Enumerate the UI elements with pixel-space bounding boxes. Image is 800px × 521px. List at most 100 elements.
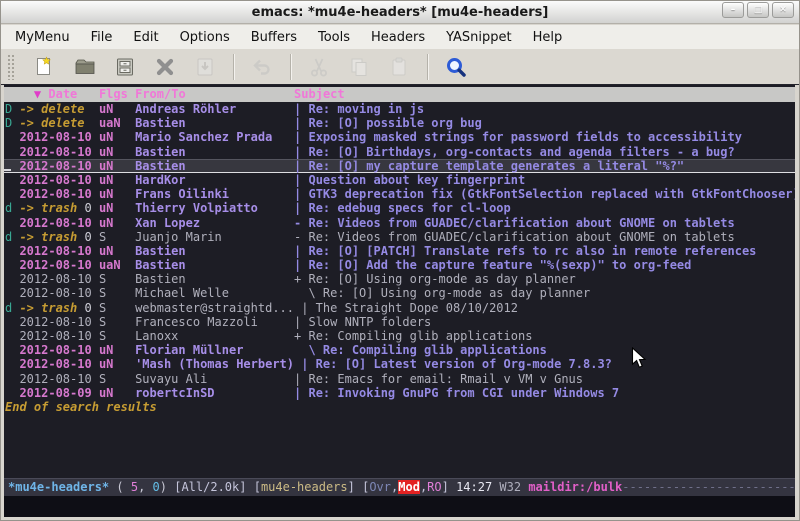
mark-count: 0	[77, 301, 91, 315]
menu-buffers[interactable]: Buffers	[251, 30, 297, 45]
from-cell: Mario Sanchez Prada	[135, 130, 294, 144]
flags-cell: uN	[99, 244, 135, 258]
flags-cell: uN	[99, 102, 135, 116]
message-row[interactable]: 2012-08-10 uaN Bastien | Re: [O] Add the…	[4, 258, 795, 272]
maximize-button[interactable]: □	[747, 2, 769, 18]
column-header-line[interactable]: ▼ Date Flgs From/To Subject	[4, 87, 795, 102]
mark-flag	[5, 130, 19, 144]
menu-headers[interactable]: Headers	[371, 30, 425, 45]
undo-icon	[250, 55, 274, 79]
subject-cell: \ Re: [O] Using org-mode as day planner	[294, 286, 590, 300]
from-cell: Suvayu Ali	[135, 372, 294, 386]
toolbar-save-as-button	[185, 51, 225, 83]
toolbar-close-buffer-button[interactable]	[145, 51, 185, 83]
message-row[interactable]: d -> trash 0 uN Thierry Volpiatto | Re: …	[4, 201, 795, 215]
message-row[interactable]: 2012-08-10 S Lanoxx + Re: Compiling glib…	[4, 329, 795, 343]
subject-cell: | Re: [O] Birthdays, org-contacts and ag…	[294, 145, 735, 159]
message-row[interactable]: 2012-08-10 S Francesco Mazzoli | Slow NN…	[4, 315, 795, 329]
from-cell: Lanoxx	[135, 329, 294, 343]
flags-cell: S	[99, 329, 135, 343]
message-row[interactable]: 2012-08-10 uN Florian Müllner \ Re: Comp…	[4, 343, 795, 357]
from-cell: Michael Welle	[135, 286, 294, 300]
from-cell: 'Mash (Thomas Herbert)	[135, 357, 301, 371]
mark-flag	[5, 357, 19, 371]
mark-flag: d	[5, 230, 19, 244]
modeline-segment: *mu4e-headers*	[8, 480, 109, 494]
menu-mymenu[interactable]: MyMenu	[15, 30, 70, 45]
menu-help[interactable]: Help	[533, 30, 563, 45]
flags-cell: uN	[99, 343, 135, 357]
modeline-segment: [All/2.0k]	[174, 480, 253, 494]
subject-cell: - Re: Videos from GUADEC/clarification a…	[294, 216, 735, 230]
toolbar-grip-handle[interactable]	[7, 54, 15, 80]
from-cell: Thierry Volpiatto	[135, 201, 294, 215]
message-row[interactable]: 2012-08-10 S Michael Welle \ Re: [O] Usi…	[4, 286, 795, 300]
title-bar[interactable]: emacs: *mu4e-headers* [mu4e-headers] –□✕	[1, 1, 799, 24]
message-row[interactable]: d -> trash 0 S Juanjo Marin - Re: Videos…	[4, 230, 795, 244]
toolbar-new-file-button[interactable]	[25, 51, 65, 83]
mark-flag	[5, 244, 19, 258]
menu-edit[interactable]: Edit	[133, 30, 158, 45]
column-from-to: From/To	[135, 87, 186, 101]
flags-cell: S	[99, 230, 135, 244]
date-cell: -> trash	[19, 201, 77, 215]
emacs-window: emacs: *mu4e-headers* [mu4e-headers] –□✕…	[0, 0, 800, 521]
menu-yasnippet[interactable]: YASnippet	[446, 30, 512, 45]
modeline-segment: ]	[348, 480, 362, 494]
minimize-button[interactable]: –	[722, 2, 744, 18]
mark-flag	[5, 173, 19, 187]
message-row[interactable]: 2012-08-10 S Suvayu Ali | Re: Emacs for …	[4, 372, 795, 386]
mark-flag: D	[5, 102, 19, 116]
message-row[interactable]: 2012-08-10 uN Mario Sanchez Prada | Expo…	[4, 130, 795, 144]
message-row[interactable]: D -> delete uaN Bastien | Re: [O] possib…	[4, 116, 795, 130]
window-title: emacs: *mu4e-headers* [mu4e-headers]	[1, 1, 799, 24]
subject-cell: | Question about key fingerprint	[294, 173, 525, 187]
subject-cell: + Re: Compiling glib applications	[294, 329, 532, 343]
from-cell: Bastien	[135, 258, 294, 272]
cut-icon	[307, 55, 331, 79]
echo-area[interactable]	[4, 496, 795, 517]
message-row[interactable]: D -> delete uN Andreas Röhler | Re: movi…	[4, 102, 795, 116]
message-row[interactable]: d -> trash 0 S webmaster@straightd... | …	[4, 301, 795, 315]
mark-flag	[5, 145, 19, 159]
from-cell: robertcInSD	[135, 386, 294, 400]
message-row[interactable]: 2012-08-10 uN Xan Lopez - Re: Videos fro…	[4, 216, 795, 230]
toolbar-paste-button	[379, 51, 419, 83]
message-row[interactable]: 2012-08-10 uN Bastien | Re: [O] [PATCH] …	[4, 244, 795, 258]
subject-cell: | Exposing masked strings for password f…	[294, 130, 742, 144]
mark-flag	[5, 286, 19, 300]
modeline-segment: W32	[492, 480, 528, 494]
save-as-icon	[193, 55, 217, 79]
date-cell: 2012-08-10	[19, 159, 91, 173]
menu-tools[interactable]: Tools	[318, 30, 350, 45]
save-icon	[113, 55, 137, 79]
message-row[interactable]: 2012-08-10 uN Frans Oilinki | GTK3 depre…	[4, 187, 795, 201]
message-row[interactable]: 2012-08-09 uN robertcInSD | Re: Invoking…	[4, 386, 795, 400]
date-cell: 2012-08-10	[19, 244, 91, 258]
close-buffer-icon	[153, 55, 177, 79]
flags-cell: uN	[99, 386, 135, 400]
flags-cell: uN	[99, 145, 135, 159]
menu-options[interactable]: Options	[180, 30, 230, 45]
toolbar-open-folder-button[interactable]	[65, 51, 105, 83]
menu-file[interactable]: File	[91, 30, 113, 45]
date-cell: -> trash	[19, 230, 77, 244]
subject-cell: | Re: Emacs for email: Rmail v VM v Gnus	[294, 372, 583, 386]
message-row[interactable]: 2012-08-10 uN 'Mash (Thomas Herbert) | R…	[4, 357, 795, 371]
window-controls: –□✕	[722, 2, 794, 18]
end-of-search-results: End of search results	[4, 400, 795, 414]
tool-bar	[1, 49, 799, 85]
message-row[interactable]: 2012-08-10 uN Bastien | Re: [O] Birthday…	[4, 145, 795, 159]
message-row[interactable]: 2012-08-10 uN HardKor | Question about k…	[4, 173, 795, 187]
message-row[interactable]: 2012-08-10 S Bastien + Re: [O] Using org…	[4, 272, 795, 286]
close-button[interactable]: ✕	[772, 2, 794, 18]
modeline-segment: (	[109, 480, 131, 494]
from-cell: Florian Müllner	[135, 343, 294, 357]
date-cell: 2012-08-10	[19, 145, 91, 159]
mark-flag	[5, 329, 19, 343]
toolbar-search-button[interactable]	[436, 51, 476, 83]
toolbar-save-button[interactable]	[105, 51, 145, 83]
mark-flag	[5, 216, 19, 230]
message-row[interactable]: 2012-08-10 uN Bastien | Re: [O] my captu…	[4, 159, 795, 173]
mark-flag	[5, 187, 19, 201]
